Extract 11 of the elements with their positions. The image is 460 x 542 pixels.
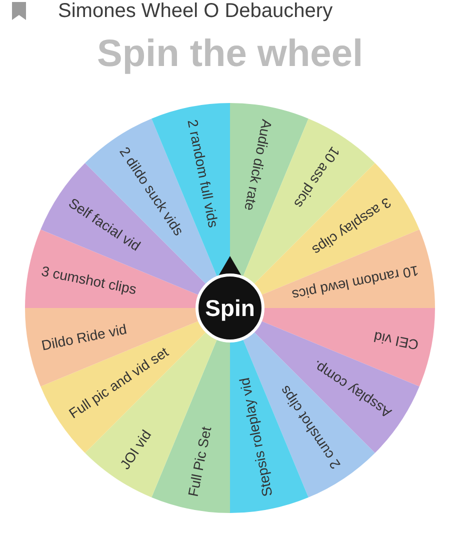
- bookmark-icon[interactable]: [12, 2, 26, 20]
- segment-label: Full Pic Set: [184, 425, 214, 498]
- segment-label: 3 cumshot clips: [40, 262, 138, 298]
- segment-label: 10 random lewd pics: [290, 262, 420, 304]
- segment-label: JOI vid: [116, 426, 154, 472]
- segment-label: Stepsis roleplay vid: [236, 376, 276, 498]
- segment-label: 2 random full vids: [184, 118, 222, 229]
- segment-label: Audio dick rate: [242, 118, 276, 212]
- page-heading: Spin the wheel: [96, 32, 364, 76]
- segment-label: CEI vid: [372, 328, 420, 354]
- app-title: Simones Wheel O Debauchery: [58, 0, 333, 22]
